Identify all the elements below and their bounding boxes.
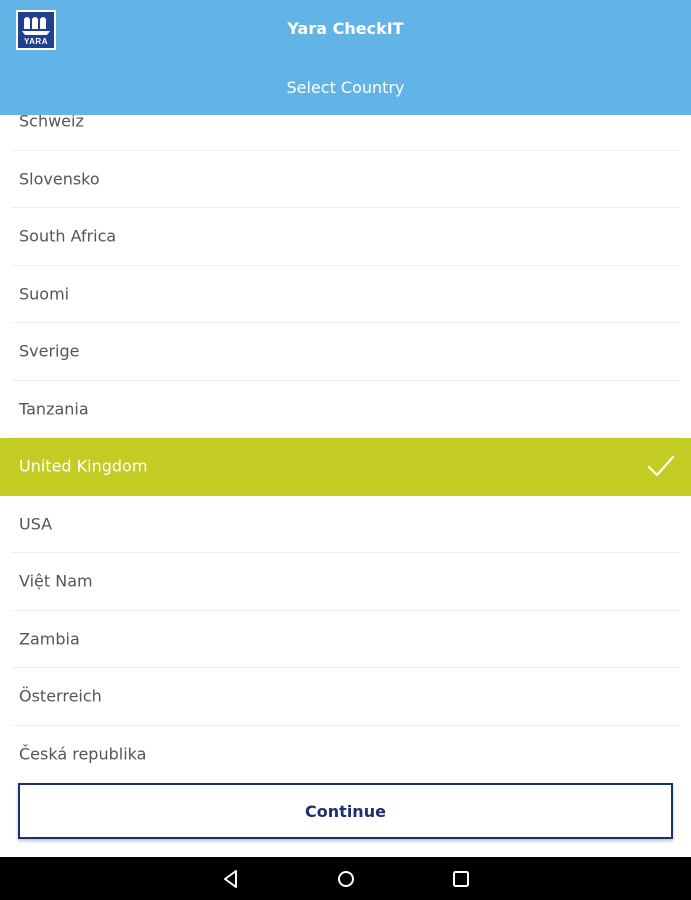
country-label: Việt Nam: [19, 571, 93, 591]
home-icon[interactable]: [335, 868, 357, 890]
country-row-usa[interactable]: USA: [11, 496, 680, 553]
country-row-sverige[interactable]: Sverige: [11, 323, 680, 381]
app-header: YARA Yara CheckIT Select Country: [0, 0, 691, 115]
country-label: Sverige: [19, 341, 80, 361]
country-label: Slovensko: [19, 169, 100, 189]
country-row-osterreich[interactable]: Österreich: [11, 668, 680, 726]
country-label: Zambia: [19, 629, 80, 649]
country-row-south-africa[interactable]: South Africa: [11, 208, 680, 266]
country-row-schweiz[interactable]: Schweiz: [11, 115, 680, 151]
page-title: Select Country: [286, 78, 405, 97]
recents-icon[interactable]: [450, 868, 472, 890]
country-row-ceska-republika[interactable]: Česká republika: [11, 726, 680, 766]
country-row-tanzania[interactable]: Tanzania: [11, 381, 680, 438]
country-label: Schweiz: [19, 115, 84, 131]
country-label: Česká republika: [19, 744, 147, 764]
country-label: Tanzania: [19, 399, 89, 419]
android-nav-bar: [0, 857, 691, 900]
logo-text: YARA: [24, 37, 48, 46]
country-row-slovensko[interactable]: Slovensko: [11, 151, 680, 208]
country-label: South Africa: [19, 226, 117, 246]
checkmark-icon: [647, 456, 675, 477]
country-row-zambia[interactable]: Zambia: [11, 611, 680, 668]
country-label: Österreich: [19, 686, 102, 706]
country-list[interactable]: Schweiz Slovensko South Africa Suomi Sve…: [0, 115, 691, 765]
footer: Continue: [0, 765, 691, 857]
app-title: Yara CheckIT: [287, 19, 404, 38]
country-label: USA: [19, 514, 53, 534]
country-row-viet-nam[interactable]: Việt Nam: [11, 553, 680, 611]
country-label: United Kingdom: [19, 456, 148, 476]
country-label: Suomi: [19, 284, 70, 304]
continue-button[interactable]: Continue: [18, 783, 673, 839]
country-row-suomi[interactable]: Suomi: [11, 266, 680, 323]
back-icon[interactable]: [220, 868, 242, 890]
country-row-united-kingdom[interactable]: United Kingdom: [0, 438, 691, 496]
